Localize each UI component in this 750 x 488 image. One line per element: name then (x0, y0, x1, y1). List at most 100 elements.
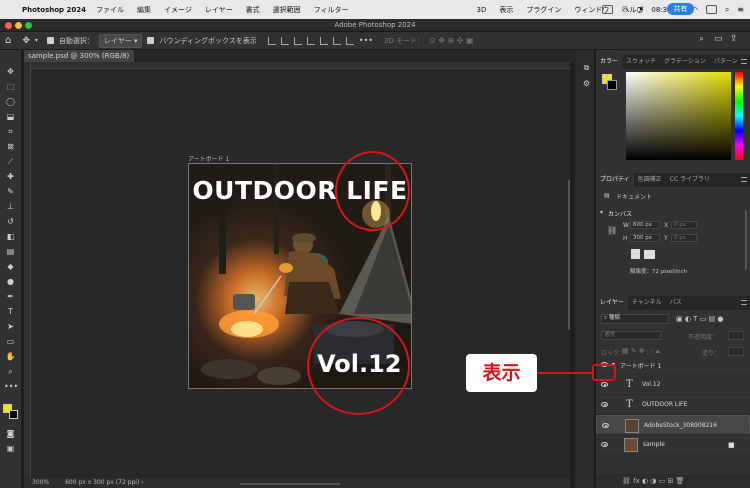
tab-properties[interactable]: プロパティ (596, 173, 634, 187)
visibility-eye-icon[interactable] (602, 423, 609, 428)
healing-brush-icon[interactable]: ✚ (4, 171, 17, 182)
status-chevron-icon[interactable]: › (141, 479, 143, 486)
layer-row-sample[interactable]: sample ■ (596, 435, 750, 455)
menu-type[interactable]: 書式 (246, 5, 260, 15)
tab-layers[interactable]: レイヤー (596, 296, 628, 310)
search-icon[interactable]: ⌕ (725, 5, 729, 15)
height-input[interactable]: 300 px (630, 234, 660, 242)
layer-row-vol[interactable]: T Vol.12 (596, 375, 750, 395)
hue-slider[interactable] (735, 72, 743, 160)
rectangle-tool-icon[interactable]: ▭ (4, 336, 17, 347)
zoom-level[interactable]: 300% (32, 479, 49, 486)
canvas-section-chevron-icon[interactable]: ▾ (600, 209, 603, 216)
quick-mask-icon[interactable]: ◙ (4, 428, 17, 439)
blur-tool-icon[interactable]: ◆ (4, 261, 17, 272)
properties-panel-menu-icon[interactable] (741, 177, 747, 182)
menu-edit[interactable]: 編集 (137, 5, 151, 15)
horizontal-scrollbar[interactable] (240, 483, 340, 485)
layer-action-icons[interactable]: ⛓ fx ◐ ◑ ▭ ⊞ 🗑︎ (622, 477, 684, 485)
color-panel-menu-icon[interactable] (741, 59, 747, 64)
history-brush-icon[interactable]: ↺ (4, 216, 17, 227)
pen-tool-icon[interactable]: ✒ (4, 291, 17, 302)
y-input[interactable]: 0 px (671, 234, 697, 242)
properties-scrollbar[interactable] (745, 210, 747, 270)
vertical-scrollbar[interactable] (568, 180, 570, 330)
move-tool-icon[interactable]: ✥ (4, 66, 17, 77)
visibility-eye-icon[interactable] (601, 442, 608, 447)
more-tools-icon[interactable]: ••• (4, 381, 18, 392)
link-dimensions-icon[interactable]: ⛓ (607, 226, 617, 235)
frame-tool-icon[interactable]: ⊠ (4, 141, 17, 152)
menu-select[interactable]: 選択範囲 (273, 5, 301, 15)
move-tool-icon[interactable]: ✥ (22, 36, 30, 46)
more-options-icon[interactable]: ••• (359, 36, 373, 45)
help-search-icon[interactable]: ⌕ (699, 34, 704, 44)
document-size-info[interactable]: 600 px x 300 px (72 ppi) (65, 479, 139, 486)
tab-patterns[interactable]: パターン (710, 55, 742, 69)
landscape-orientation-icon[interactable] (644, 250, 655, 259)
width-input[interactable]: 600 px (630, 221, 660, 229)
bg-color-chip[interactable] (607, 80, 617, 90)
app-menu[interactable]: Photoshop 2024 (22, 6, 86, 14)
control-center-icon[interactable]: ≡ (737, 5, 744, 14)
menu-view[interactable]: 表示 (499, 5, 513, 15)
lasso-tool-icon[interactable]: ◯ (4, 96, 17, 107)
status-a-icon[interactable] (602, 5, 614, 14)
zoom-tool-icon[interactable]: ⌕ (4, 366, 17, 377)
home-icon[interactable]: ⌂ (5, 35, 11, 46)
status-s-icon[interactable]: ⚆ (621, 5, 628, 14)
background-color-swatch[interactable] (9, 410, 18, 419)
menu-file[interactable]: ファイル (96, 5, 124, 15)
x-input[interactable]: 0 px (671, 221, 697, 229)
visibility-eye-icon[interactable] (601, 402, 608, 407)
opacity-input[interactable] (728, 331, 744, 340)
align-left-icon[interactable] (267, 36, 276, 45)
adjustments-panel-icon[interactable]: ⚙ (580, 78, 593, 89)
tab-color[interactable]: カラー (596, 55, 623, 69)
hand-tool-icon[interactable]: ✋ (4, 351, 17, 362)
layer-row-artboard[interactable]: ▾ アートボード 1 (596, 355, 750, 375)
align-bottom-icon[interactable] (332, 36, 341, 45)
dodge-tool-icon[interactable]: ● (4, 276, 17, 287)
screen-mode-icon[interactable]: ▣ (4, 443, 17, 454)
blend-mode-dropdown[interactable]: 通常 (601, 331, 661, 340)
auto-select-dropdown[interactable]: レイヤー ▾ (98, 33, 143, 48)
stamp-tool-icon[interactable]: ⊥ (4, 201, 17, 212)
tab-adjustments[interactable]: 色調補正 (634, 173, 666, 187)
tab-channels[interactable]: チャンネル (628, 296, 666, 310)
share-button[interactable]: 共有 (667, 3, 694, 15)
artboard-tool-icon[interactable]: ⬚ (4, 81, 17, 92)
distribute-icon[interactable] (345, 36, 354, 45)
menu-filter[interactable]: フィルター (314, 5, 349, 15)
tab-paths[interactable]: パス (666, 296, 686, 310)
align-right-icon[interactable] (293, 36, 302, 45)
align-center-h-icon[interactable] (280, 36, 289, 45)
brush-tool-icon[interactable]: ✎ (4, 186, 17, 197)
portrait-orientation-icon[interactable] (631, 249, 640, 259)
artboard-label[interactable]: アートボード 1 (188, 154, 229, 163)
vertical-ruler[interactable] (24, 62, 31, 478)
align-top-icon[interactable] (306, 36, 315, 45)
crop-tool-icon[interactable]: ⌗ (4, 126, 17, 137)
tab-gradients[interactable]: グラデーション (660, 55, 710, 69)
menu-layer[interactable]: レイヤー (205, 5, 233, 15)
battery-icon[interactable] (705, 5, 717, 14)
layer-filter-icons[interactable]: ▣ ◐ T ▭ ▤ ● (676, 315, 723, 323)
object-select-tool-icon[interactable]: ⬓ (4, 111, 17, 122)
horizontal-ruler[interactable] (24, 62, 570, 69)
share-export-icon[interactable]: ⇪ (730, 34, 738, 44)
layers-panel-menu-icon[interactable] (741, 300, 747, 305)
move-tool-chevron-icon[interactable]: ▾ (35, 37, 38, 44)
menu-image[interactable]: イメージ (164, 5, 192, 15)
bounding-box-checkbox[interactable] (147, 37, 155, 44)
menu-plugins[interactable]: プラグイン (526, 5, 561, 15)
color-picker-field[interactable] (626, 72, 731, 160)
tab-swatches[interactable]: スウォッチ (622, 55, 660, 69)
type-tool-icon[interactable]: T (4, 306, 17, 317)
eraser-tool-icon[interactable]: ◧ (4, 231, 17, 242)
menu-3d[interactable]: 3D (477, 6, 487, 14)
layer-filter-dropdown[interactable]: ⌕ 種類 (601, 314, 669, 324)
auto-select-checkbox[interactable] (46, 37, 54, 44)
path-select-tool-icon[interactable]: ➤ (4, 321, 17, 332)
tab-cc-libraries[interactable]: CC ライブラリ (666, 173, 714, 187)
